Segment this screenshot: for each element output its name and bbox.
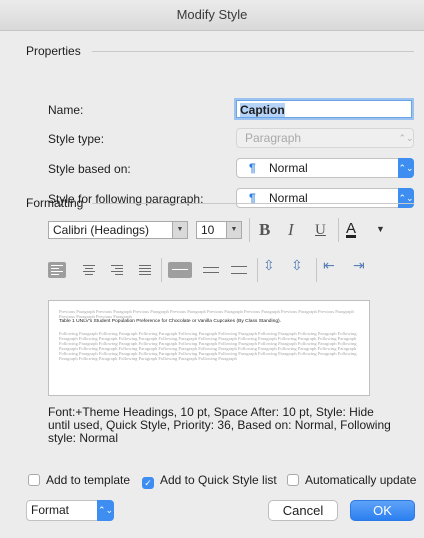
stepper-icon: ⌃⌄: [398, 133, 414, 143]
auto-update-label: Automatically update: [305, 473, 417, 487]
add-to-quick-style-checkbox[interactable]: ✓ Add to Quick Style list: [142, 473, 277, 489]
toolbar-divider: [249, 218, 250, 242]
dropdown-arrow-icon[interactable]: ▼: [172, 222, 187, 238]
bold-button[interactable]: B: [259, 220, 270, 240]
checkbox-box[interactable]: [28, 474, 40, 486]
cancel-button[interactable]: Cancel: [268, 500, 338, 521]
following-value: Normal: [269, 191, 308, 205]
style-type-select: Paragraph ⌃⌄: [236, 128, 414, 148]
checkmark-icon[interactable]: ✓: [142, 477, 154, 489]
pilcrow-icon: ¶: [249, 191, 256, 205]
one-half-spacing-button[interactable]: [200, 262, 222, 278]
add-to-quick-style-label: Add to Quick Style list: [160, 473, 277, 487]
dropdown-arrow-icon[interactable]: ▼: [226, 222, 241, 238]
ok-button[interactable]: OK: [350, 500, 415, 521]
checkbox-box[interactable]: [287, 474, 299, 486]
font-color-button[interactable]: A: [346, 220, 356, 237]
toolbar-divider: [161, 258, 162, 282]
decrease-space-icon[interactable]: ⇳: [291, 258, 303, 274]
increase-indent-icon[interactable]: ⇥: [353, 258, 365, 274]
format-label: Format: [31, 503, 70, 517]
auto-update-checkbox[interactable]: Automatically update: [287, 473, 416, 487]
double-spacing-button[interactable]: [228, 262, 250, 278]
stepper-icon: ⌃⌄: [398, 188, 414, 208]
font-name-value: Calibri (Headings): [53, 223, 150, 237]
style-type-label: Style type:: [48, 132, 105, 146]
properties-divider: [92, 51, 414, 52]
decrease-indent-icon[interactable]: ⇤: [323, 258, 335, 274]
italic-button[interactable]: I: [288, 220, 294, 240]
window-title: Modify Style: [0, 0, 424, 31]
toolbar-divider: [316, 258, 317, 282]
preview-previous-text: Previous Paragraph Previous Paragraph Pr…: [59, 309, 354, 319]
formatting-heading: Formatting: [26, 196, 84, 210]
style-description: Font:+Theme Headings, 10 pt, Space After…: [48, 405, 391, 445]
format-menu-button[interactable]: Format ⌃⌄: [26, 500, 114, 521]
justify-button[interactable]: [136, 262, 154, 278]
align-right-button[interactable]: [108, 262, 126, 278]
toolbar-divider: [257, 258, 258, 282]
style-type-value: Paragraph: [245, 131, 302, 145]
formatting-divider: [92, 203, 414, 204]
font-name-combo[interactable]: Calibri (Headings) ▼: [48, 221, 188, 239]
based-on-value: Normal: [269, 161, 308, 175]
style-preview: Previous Paragraph Previous Paragraph Pr…: [48, 300, 370, 396]
based-on-select[interactable]: ¶ Normal ⌃⌄: [236, 158, 414, 178]
add-to-template-checkbox[interactable]: Add to template: [28, 473, 130, 487]
increase-space-icon[interactable]: ⇳: [263, 258, 275, 274]
name-value: Caption: [240, 103, 285, 117]
name-input[interactable]: Caption: [236, 100, 412, 118]
align-center-button[interactable]: [80, 262, 98, 278]
properties-heading: Properties: [26, 44, 81, 58]
toolbar-divider: [338, 218, 339, 242]
font-size-value: 10: [201, 223, 215, 237]
font-color-dropdown-icon[interactable]: ▼: [376, 224, 385, 234]
underline-button[interactable]: U: [315, 222, 326, 239]
font-size-combo[interactable]: 10 ▼: [196, 221, 242, 239]
pilcrow-icon: ¶: [249, 161, 256, 175]
stepper-icon: ⌃⌄: [398, 158, 414, 178]
stepper-icon: ⌃⌄: [97, 500, 114, 521]
single-spacing-button[interactable]: [168, 262, 192, 278]
add-to-template-label: Add to template: [46, 473, 131, 487]
based-on-label: Style based on:: [48, 162, 131, 176]
name-label: Name:: [48, 103, 84, 117]
preview-following-text: Following Paragraph Following Paragraph …: [59, 331, 357, 361]
align-left-button[interactable]: [48, 262, 66, 278]
following-select[interactable]: ¶ Normal ⌃⌄: [236, 188, 414, 208]
